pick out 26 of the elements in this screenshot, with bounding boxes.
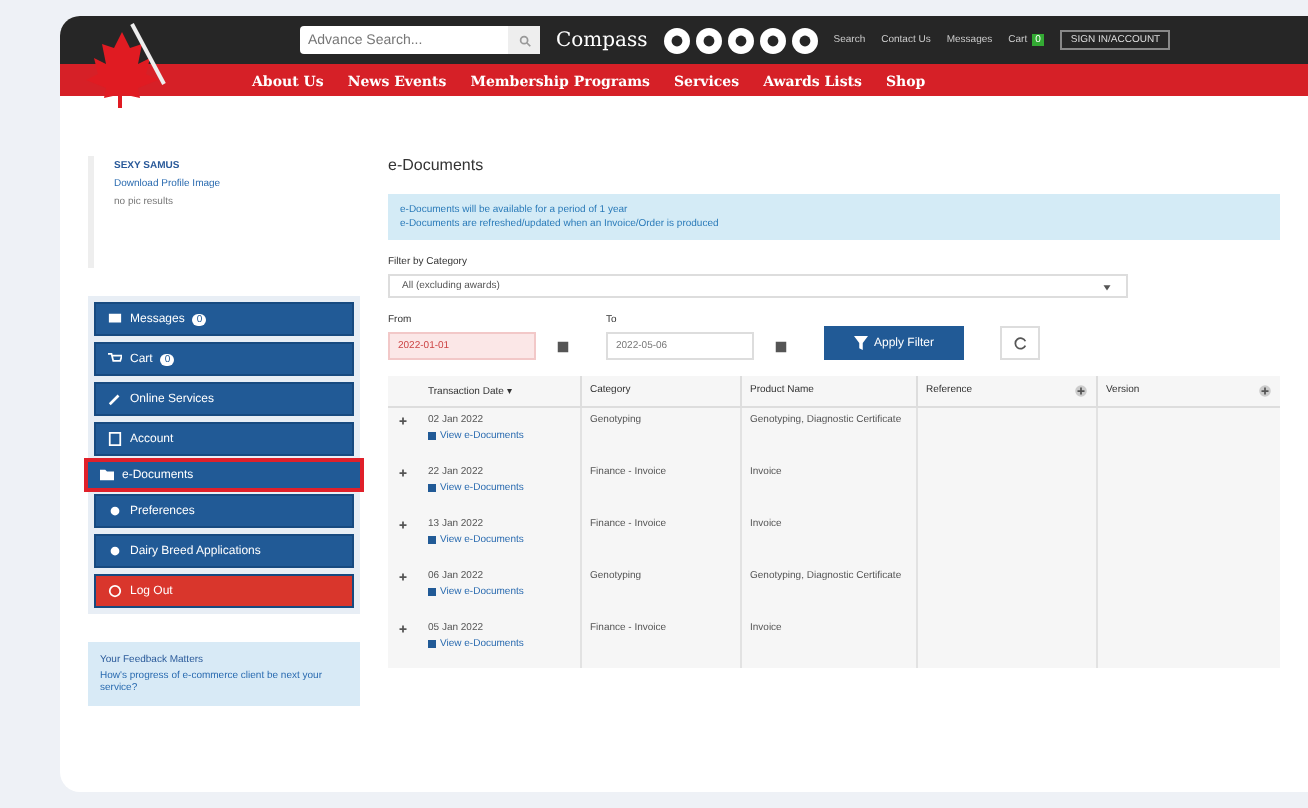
refresh-icon	[1013, 336, 1027, 350]
calendar-icon[interactable]	[774, 339, 788, 353]
filter-icon	[853, 336, 868, 350]
refresh-button[interactable]	[1000, 326, 1040, 360]
power-icon	[108, 584, 122, 598]
cart-icon	[108, 352, 122, 366]
message-icon	[108, 312, 122, 326]
calendar-icon[interactable]	[556, 339, 570, 353]
expand-icon[interactable]	[396, 518, 410, 532]
page-title: e-Documents	[388, 156, 486, 174]
expand-icon[interactable]	[396, 466, 410, 480]
social-icon[interactable]	[663, 27, 690, 53]
expand-icon[interactable]	[396, 414, 410, 428]
expand-icon[interactable]	[396, 570, 410, 584]
search-icon	[517, 33, 531, 47]
social-icon[interactable]	[791, 27, 818, 53]
folder-icon	[100, 468, 114, 482]
filter-add-icon[interactable]	[1258, 384, 1272, 398]
document-icon	[108, 432, 122, 446]
social-icon[interactable]	[759, 27, 786, 53]
social-icon[interactable]	[695, 27, 722, 53]
caret-icon	[1100, 279, 1114, 293]
brand-logo[interactable]: Compass	[556, 29, 648, 51]
expand-icon[interactable]	[396, 622, 410, 636]
social-icon[interactable]	[727, 27, 754, 53]
filter-add-icon[interactable]	[1074, 384, 1088, 398]
